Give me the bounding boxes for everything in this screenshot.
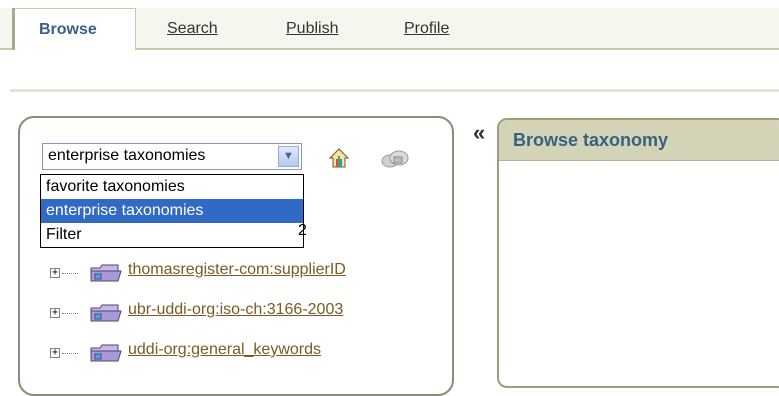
tab-browse[interactable]: Browse [12, 8, 136, 50]
tab-bar-top [0, 0, 779, 8]
section-divider [10, 89, 779, 92]
cloud-icon[interactable] [380, 148, 410, 170]
folder-taxonomy-icon [90, 304, 122, 322]
taxonomy-select[interactable]: enterprise taxonomies ▼ [42, 143, 302, 170]
partially-hidden-text: 2 [298, 222, 307, 239]
collapse-panel-button[interactable]: « [473, 120, 485, 146]
tab-profile[interactable]: Profile [404, 20, 449, 38]
tab-publish[interactable]: Publish [286, 20, 338, 38]
taxonomy-dropdown-list: favorite taxonomies enterprise taxonomie… [40, 174, 304, 248]
expand-icon[interactable]: + [50, 348, 60, 358]
option-filter[interactable]: Filter [41, 223, 303, 247]
tree-connector [62, 273, 78, 274]
expand-icon[interactable]: + [50, 268, 60, 278]
taxonomy-link[interactable]: ubr-uddi-org:iso-ch:3166-2003 [128, 301, 343, 319]
tree-row: + thomasregister-com:supplierID [50, 258, 430, 286]
tree-connector [62, 353, 78, 354]
taxonomy-link[interactable]: thomasregister-com:supplierID [128, 261, 346, 279]
panel-header: Browse taxonomy [499, 120, 779, 161]
browse-taxonomy-panel: Browse taxonomy [497, 118, 779, 388]
taxonomy-link[interactable]: uddi-org:general_keywords [128, 341, 321, 359]
taxonomy-select-value: enterprise taxonomies [48, 147, 206, 164]
tree-row: + uddi-org:general_keywords [50, 338, 430, 366]
panel-title: Browse taxonomy [513, 130, 669, 150]
tree-row: + ubr-uddi-org:iso-ch:3166-2003 [50, 298, 430, 326]
chevron-down-icon[interactable]: ▼ [278, 146, 299, 167]
home-icon[interactable] [328, 147, 350, 169]
folder-taxonomy-icon [90, 344, 122, 362]
expand-icon[interactable]: + [50, 308, 60, 318]
tree-connector [62, 313, 78, 314]
option-favorite-taxonomies[interactable]: favorite taxonomies [41, 175, 303, 199]
tab-search[interactable]: Search [167, 20, 218, 38]
folder-taxonomy-icon [90, 264, 122, 282]
tab-bar: Browse Search Publish Profile [0, 0, 779, 50]
tab-left-accent [12, 8, 15, 50]
tab-browse-label: Browse [39, 21, 97, 38]
option-enterprise-taxonomies[interactable]: enterprise taxonomies [41, 199, 303, 223]
